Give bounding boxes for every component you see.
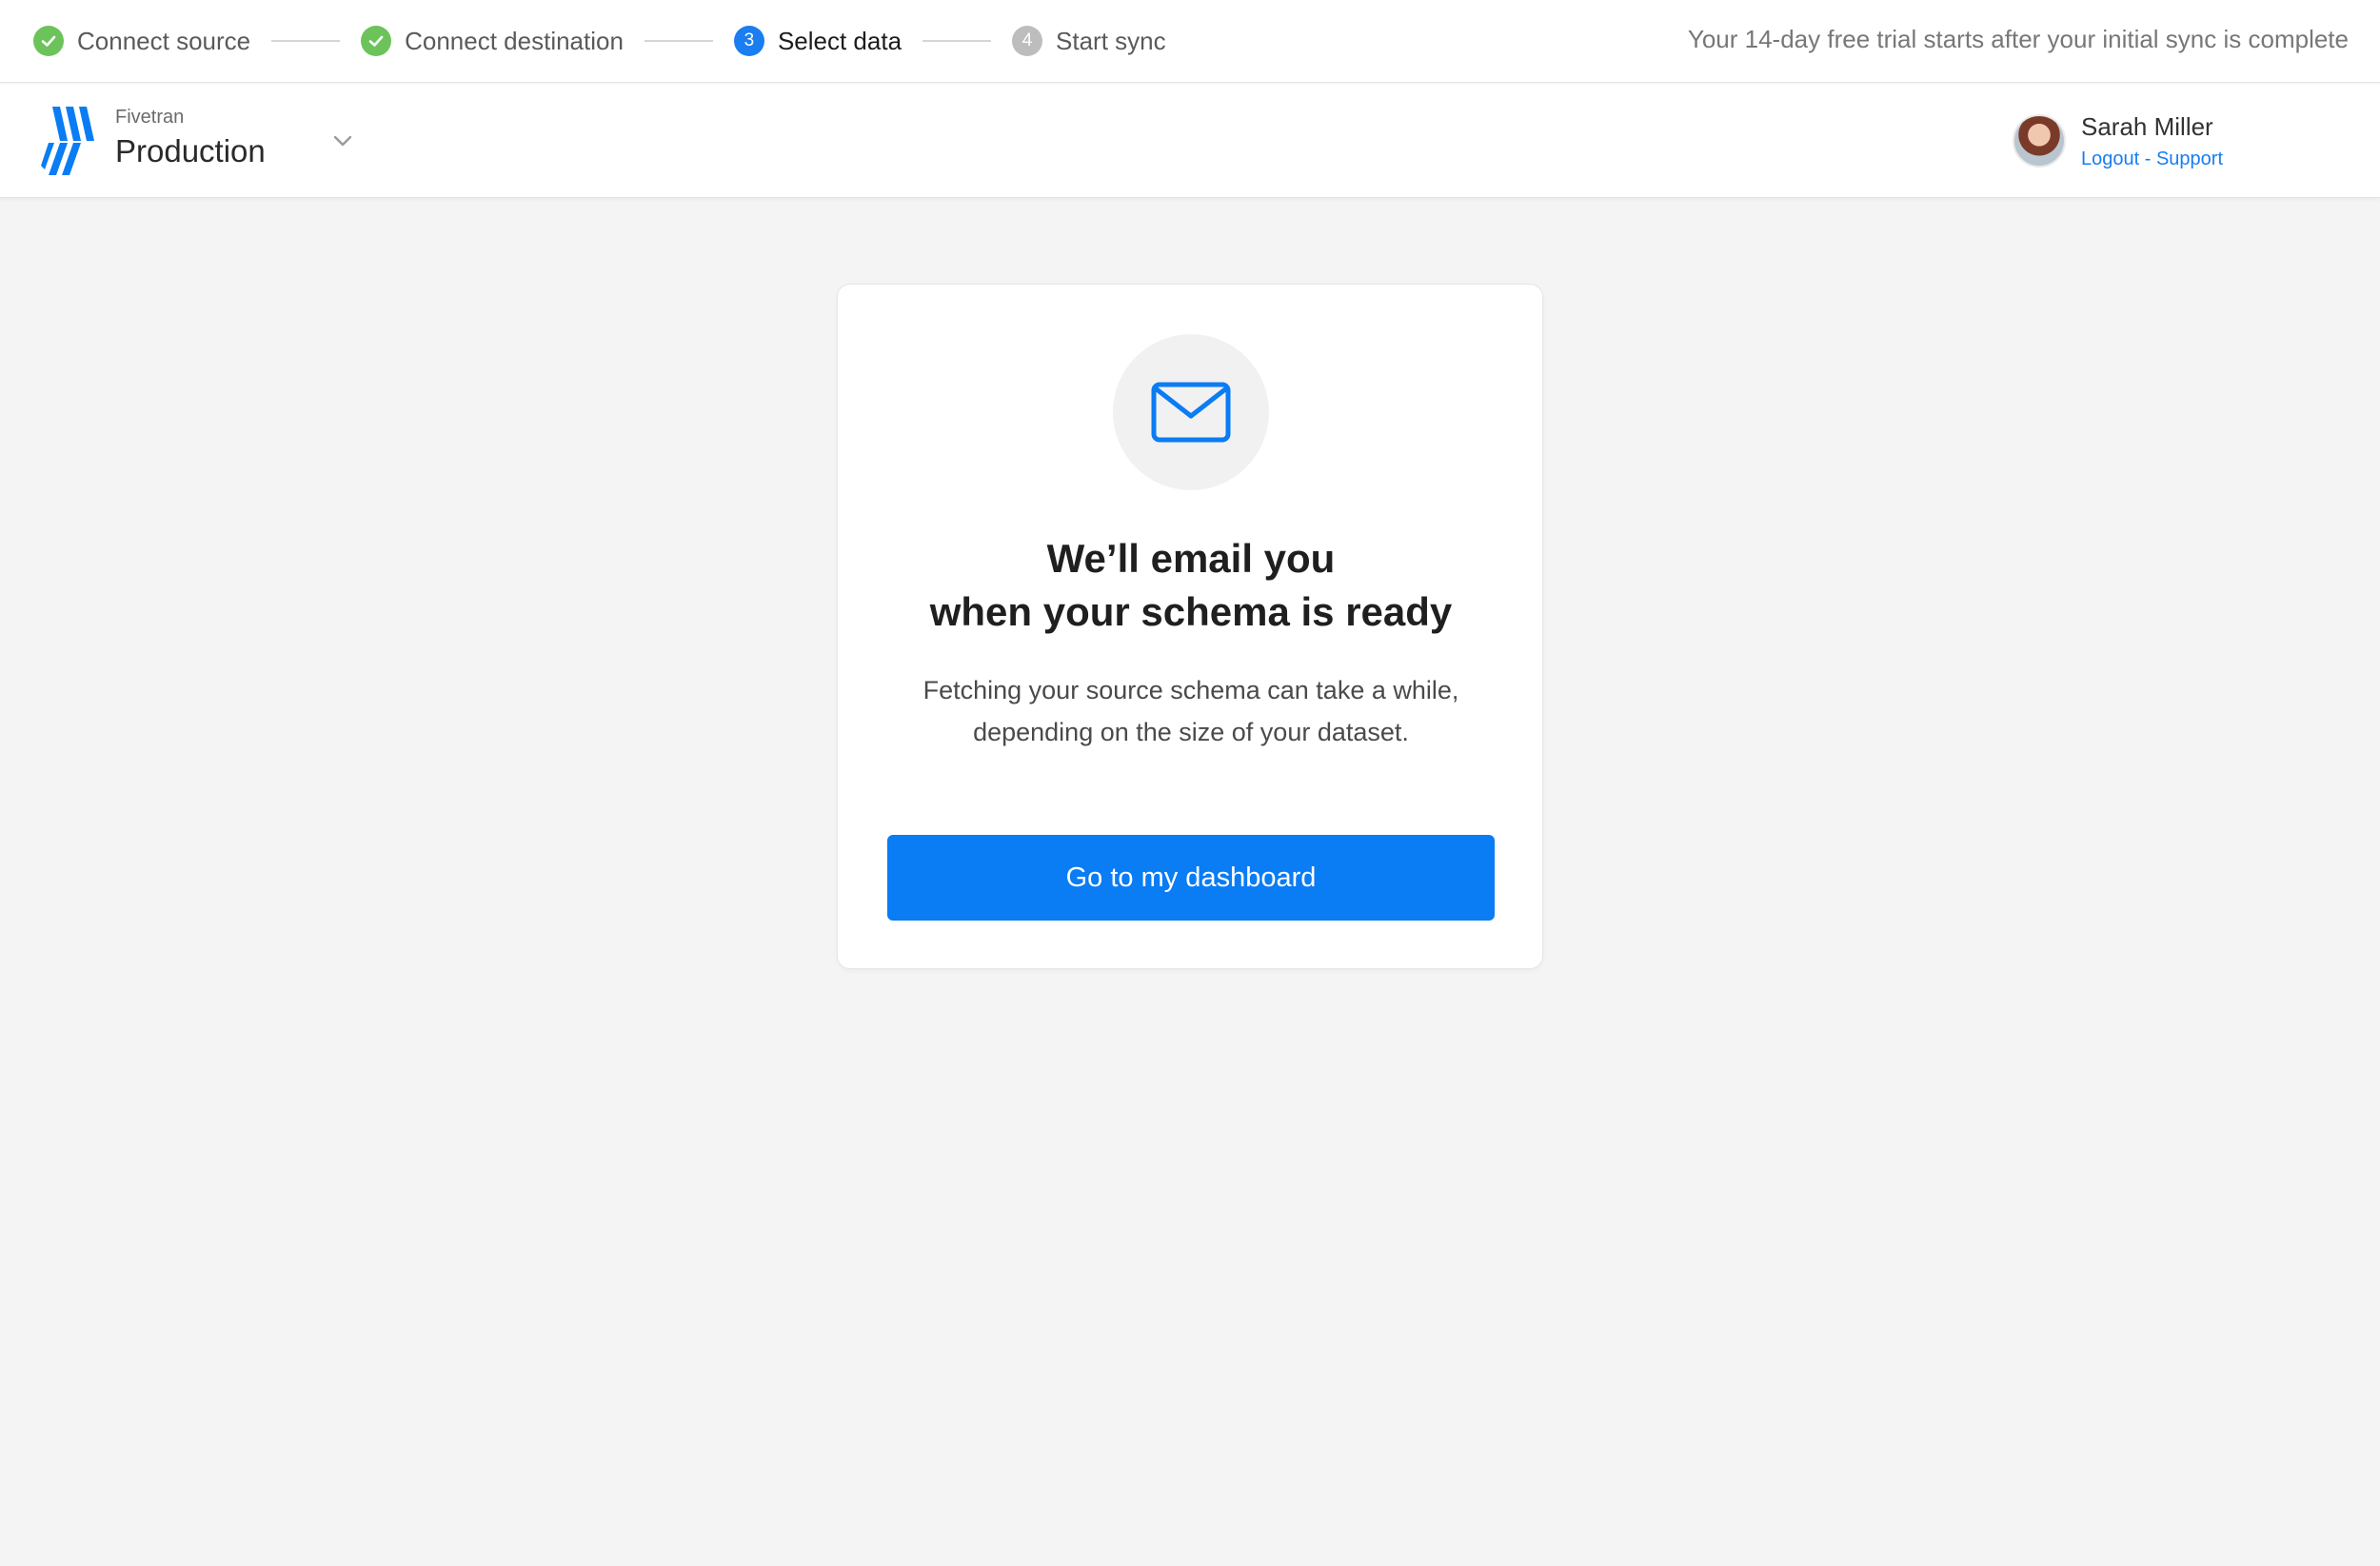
trial-notice: Your 14-day free trial starts after your… <box>1687 25 2349 53</box>
step-connector <box>271 40 341 42</box>
card-description: Fetching your source schema can take a w… <box>838 669 1544 753</box>
user-links: Logout - Support <box>2081 149 2223 170</box>
check-icon <box>33 26 64 56</box>
card-title-line: We’ll email you <box>1046 536 1336 581</box>
schema-pending-card: We’ll email you when your schema is read… <box>837 284 1543 969</box>
card-description-line: depending on the size of your dataset. <box>973 718 1409 746</box>
check-icon <box>361 26 392 56</box>
step-label: Select data <box>777 26 902 55</box>
step-connect-source: Connect source <box>33 26 250 56</box>
avatar[interactable] <box>2013 114 2066 168</box>
step-connect-destination: Connect destination <box>361 26 624 56</box>
step-connector <box>644 40 713 42</box>
card-description-line: Fetching your source schema can take a w… <box>922 676 1459 704</box>
fivetran-logo <box>41 107 94 175</box>
card-title-line: when your schema is ready <box>929 589 1453 634</box>
envelope-icon <box>1151 382 1231 443</box>
step-connector <box>922 40 992 42</box>
brand-name: Fivetran <box>115 107 185 128</box>
step-number-badge: 4 <box>1012 26 1043 56</box>
step-label: Start sync <box>1056 26 1166 55</box>
step-label: Connect destination <box>405 26 624 55</box>
app-header: Fivetran Production Sarah Miller Logout … <box>0 84 2380 198</box>
envelope-icon-container <box>1113 334 1269 490</box>
step-label: Connect source <box>77 26 251 55</box>
chevron-down-icon[interactable] <box>329 128 356 154</box>
go-to-dashboard-button[interactable]: Go to my dashboard <box>887 835 1495 921</box>
workspace-name[interactable]: Production <box>115 133 266 169</box>
onboarding-stepper: Connect source Connect destination 3 Sel… <box>0 0 2380 83</box>
step-select-data: 3 Select data <box>733 26 902 56</box>
card-title: We’ll email you when your schema is read… <box>838 532 1544 639</box>
support-link[interactable]: Support <box>2156 149 2223 169</box>
logout-link[interactable]: Logout <box>2081 149 2139 169</box>
step-number-badge: 3 <box>733 26 764 56</box>
step-start-sync: 4 Start sync <box>1012 26 1166 56</box>
link-separator: - <box>2139 149 2156 169</box>
user-name: Sarah Miller <box>2081 112 2213 141</box>
